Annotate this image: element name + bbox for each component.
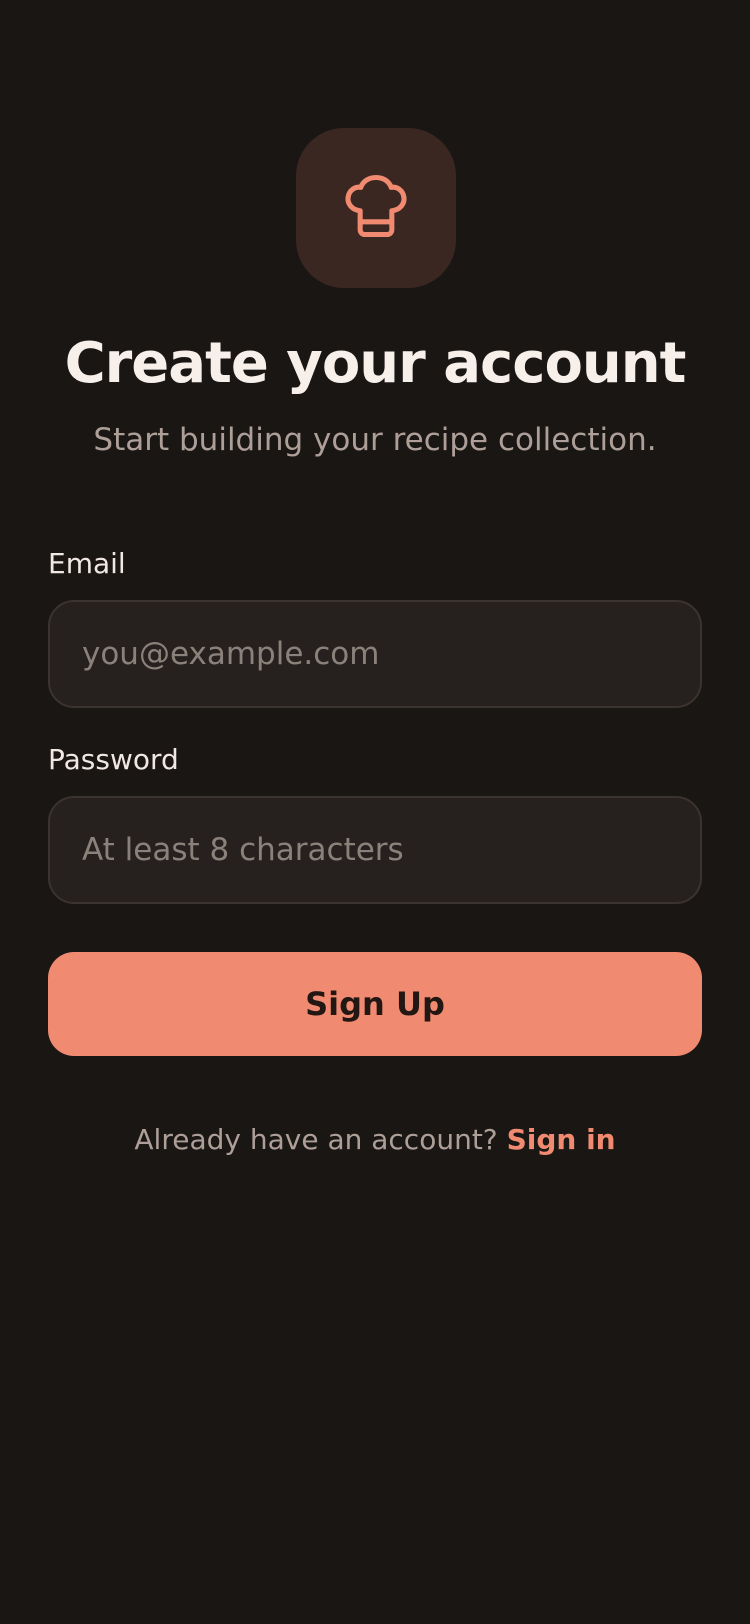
sign-in-prompt-text: Already have an account? xyxy=(134,1123,498,1156)
page-title: Create your account xyxy=(64,331,687,396)
password-label: Password xyxy=(48,743,179,776)
signup-screen: Create your account Start building your … xyxy=(0,0,750,1624)
chef-hat-icon xyxy=(338,168,414,248)
email-label: Email xyxy=(48,547,126,580)
page-subtitle: Start building your recipe collection. xyxy=(93,422,657,458)
sign-in-link[interactable]: Sign in xyxy=(507,1123,616,1156)
email-field[interactable] xyxy=(48,600,702,708)
password-field[interactable] xyxy=(48,796,702,904)
sign-in-prompt: Already have an account? Sign in xyxy=(0,1118,750,1162)
sign-up-button[interactable]: Sign Up xyxy=(48,952,702,1056)
app-logo xyxy=(296,128,456,288)
